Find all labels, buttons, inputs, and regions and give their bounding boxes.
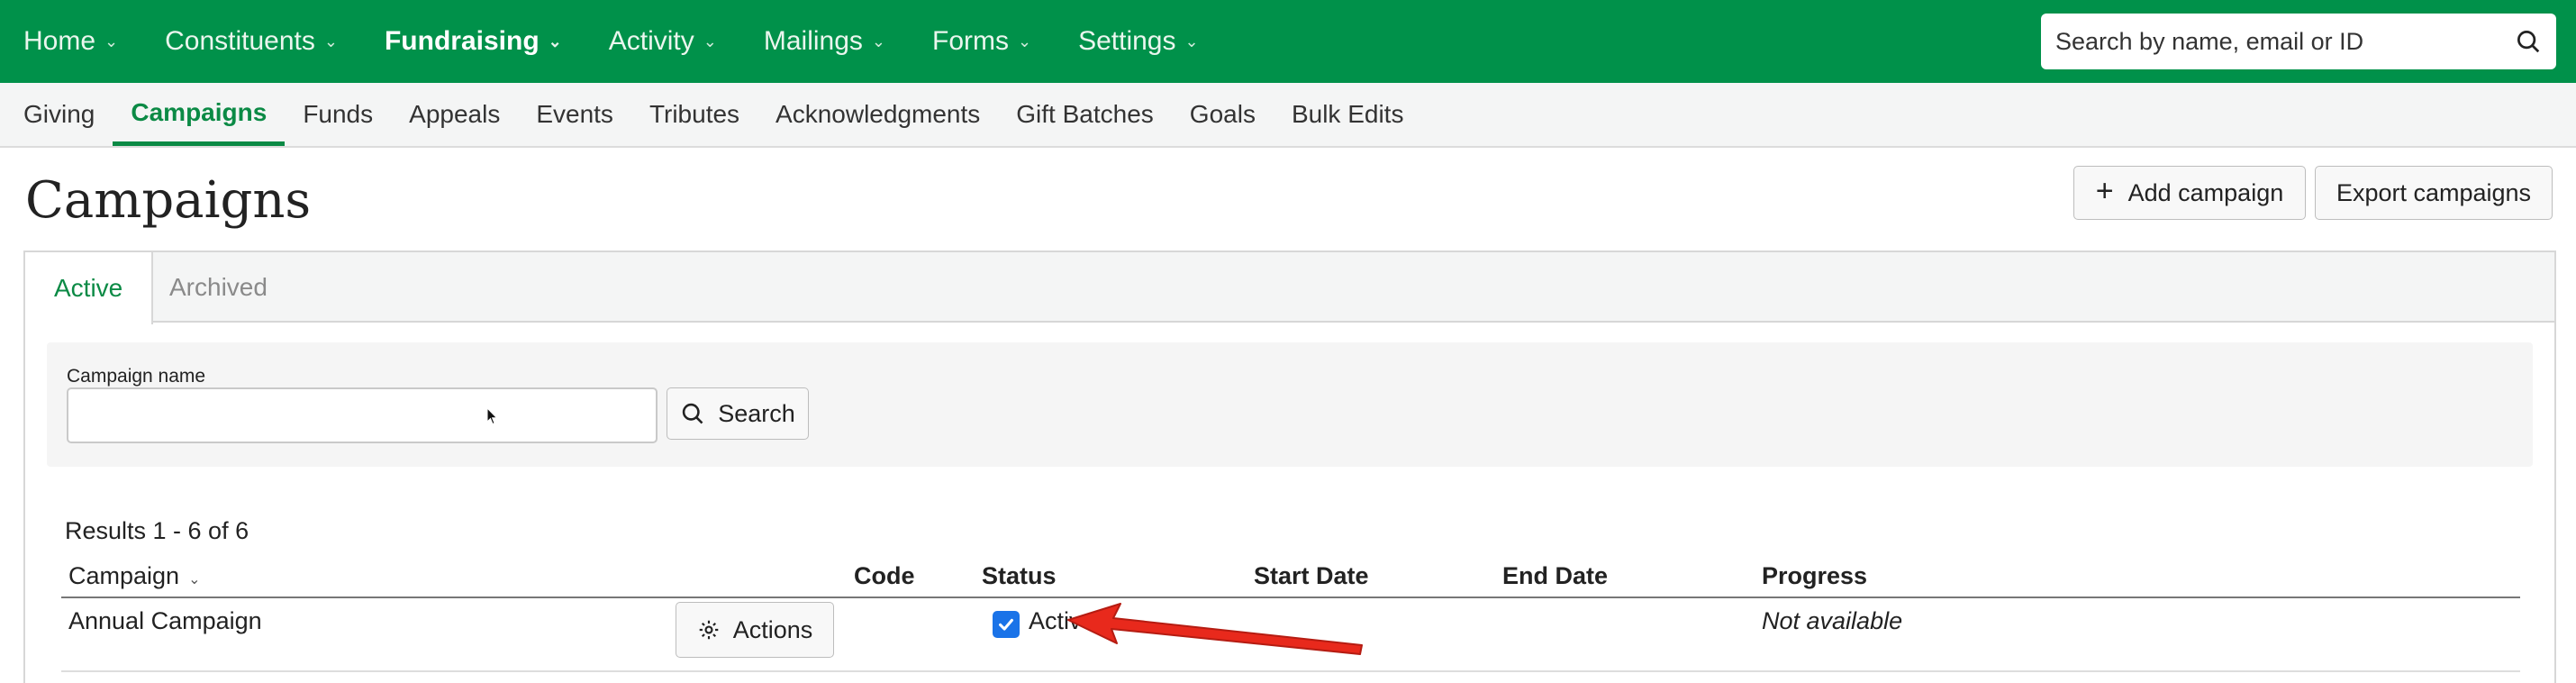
- nav-constituents-label: Constituents: [165, 26, 315, 56]
- nav-forms[interactable]: Forms ⌄: [909, 26, 1055, 57]
- progress-value: Not available: [1762, 607, 1903, 634]
- add-campaign-label: Add campaign: [2127, 178, 2284, 206]
- nav-fundraising[interactable]: Fundraising ⌄: [361, 26, 585, 57]
- campaign-name[interactable]: Annual Campaign: [68, 607, 262, 635]
- chevron-down-icon: ⌄: [104, 32, 119, 50]
- chevron-down-icon: ⌄: [703, 32, 717, 50]
- chevron-down-icon: ⌄: [548, 32, 562, 50]
- column-progress: Progress: [1762, 562, 1868, 589]
- nav-fundraising-label: Fundraising: [384, 26, 540, 56]
- chevron-down-icon: ⌄: [871, 32, 885, 50]
- subnav-appeals[interactable]: Appeals: [391, 83, 518, 146]
- global-search-input[interactable]: Search by name, email or ID: [2041, 14, 2556, 69]
- filter-box: Campaign name Search: [47, 342, 2533, 467]
- page-title: Campaigns: [25, 171, 312, 230]
- plus-icon: +: [2095, 173, 2114, 208]
- chevron-down-icon: ⌄: [1184, 32, 1199, 50]
- subnav-tributes[interactable]: Tributes: [631, 83, 757, 146]
- column-end-date: End Date: [1502, 562, 1609, 589]
- sort-chevron-icon: ⌄: [188, 572, 201, 587]
- nav-activity[interactable]: Activity ⌄: [585, 26, 740, 57]
- subnav-funds[interactable]: Funds: [285, 83, 391, 146]
- nav-home-label: Home: [23, 26, 96, 56]
- nav-settings-label: Settings: [1078, 26, 1176, 56]
- export-campaigns-button[interactable]: Export campaigns: [2315, 166, 2553, 220]
- actions-label: Actions: [732, 615, 813, 643]
- top-navigation: Home ⌄ Constituents ⌄ Fundraising ⌄ Activit…: [0, 0, 2576, 83]
- status-checkbox[interactable]: [993, 611, 1020, 638]
- mouse-cursor-icon: [486, 407, 498, 425]
- campaign-name-input[interactable]: [67, 387, 658, 443]
- search-icon[interactable]: [2515, 28, 2542, 55]
- chevron-down-icon: ⌄: [1018, 32, 1032, 50]
- nav-mailings-label: Mailings: [763, 26, 863, 56]
- nav-mailings[interactable]: Mailings ⌄: [740, 26, 909, 57]
- subnav-events[interactable]: Events: [518, 83, 631, 146]
- subnav-campaigns[interactable]: Campaigns: [113, 83, 286, 146]
- subnav-bulk-edits[interactable]: Bulk Edits: [1274, 83, 1422, 146]
- search-placeholder: Search by name, email or ID: [2055, 27, 2364, 55]
- subnav-acknowledgments[interactable]: Acknowledgments: [757, 83, 998, 146]
- column-campaign[interactable]: Campaign ⌄: [68, 562, 200, 590]
- search-icon: [683, 403, 703, 424]
- annotation-arrow-icon: [1067, 603, 1363, 655]
- sub-navigation: Giving Campaigns Funds Appeals Events Tr…: [0, 83, 2576, 148]
- tab-bar: Active Archived: [25, 252, 2554, 324]
- search-button[interactable]: Search: [667, 387, 809, 440]
- column-code: Code: [854, 562, 915, 589]
- column-status: Status: [982, 562, 1057, 589]
- campaign-name-label: Campaign name: [67, 366, 206, 387]
- add-campaign-button[interactable]: + Add campaign: [2073, 166, 2306, 220]
- nav-settings[interactable]: Settings ⌄: [1055, 26, 1222, 57]
- subnav-gift-batches[interactable]: Gift Batches: [998, 83, 1172, 146]
- checkmark-icon: [999, 618, 1013, 631]
- nav-constituents[interactable]: Constituents ⌄: [141, 26, 361, 57]
- tab-active[interactable]: Active: [25, 252, 153, 324]
- actions-button[interactable]: Actions: [676, 602, 834, 658]
- subnav-giving[interactable]: Giving: [0, 83, 113, 146]
- chevron-down-icon: ⌄: [323, 32, 338, 50]
- gear-icon: [699, 620, 719, 640]
- nav-forms-label: Forms: [932, 26, 1009, 56]
- nav-activity-label: Activity: [608, 26, 694, 56]
- subnav-goals[interactable]: Goals: [1172, 83, 1274, 146]
- column-start-date: Start Date: [1254, 562, 1369, 589]
- column-campaign-label: Campaign: [68, 562, 180, 589]
- results-summary: Results 1 - 6 of 6: [65, 517, 249, 544]
- tab-archived[interactable]: Archived: [153, 252, 296, 323]
- nav-home[interactable]: Home ⌄: [0, 26, 141, 57]
- search-button-label: Search: [718, 399, 795, 427]
